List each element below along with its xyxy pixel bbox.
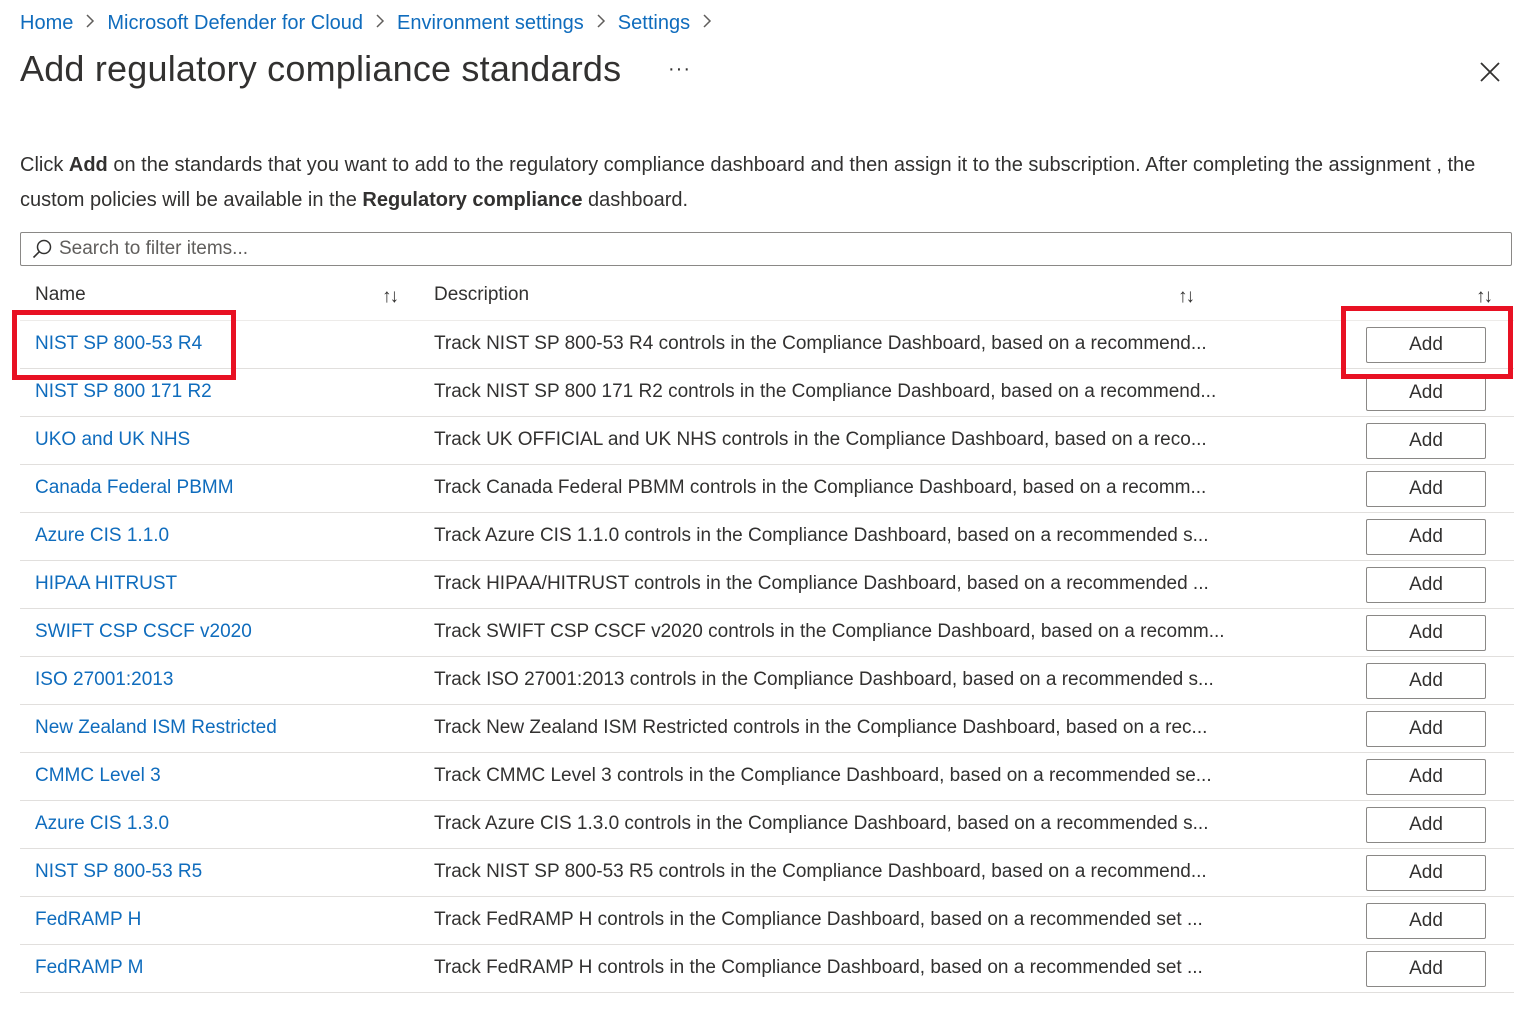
add-button[interactable]: Add [1366,471,1486,507]
table-header: Name ↑↓ Description ↑↓ ↑↓ [20,272,1514,321]
add-button[interactable]: Add [1366,903,1486,939]
standard-description: Track CMMC Level 3 controls in the Compl… [434,765,1212,786]
standard-name-link[interactable]: HIPAA HITRUST [35,573,177,595]
standards-table: Name ↑↓ Description ↑↓ ↑↓ NIST SP 800-53… [20,272,1514,993]
more-options-button[interactable]: ··· [668,58,691,81]
add-button[interactable]: Add [1366,663,1486,699]
breadcrumb-home[interactable]: Home [20,12,73,35]
instructions-part: on the standards that you want to add to… [20,154,1476,211]
table-row: FedRAMP M Track FedRAMP H controls in the… [20,945,1514,993]
standard-description: Track New Zealand ISM Restricted control… [434,717,1208,738]
standard-description: Track NIST SP 800 171 R2 controls in the… [434,381,1217,402]
standard-name-link[interactable]: Canada Federal PBMM [35,477,234,499]
chevron-right-icon [375,13,385,34]
table-row: SWIFT CSP CSCF v2020 Track SWIFT CSP CSCF… [20,609,1514,657]
table-row: New Zealand ISM Restricted Track New Zeal… [20,705,1514,753]
table-row: NIST SP 800-53 R5 Track NIST SP 800-53 R5… [20,849,1514,897]
table-row: NIST SP 800 171 R2 Track NIST SP 800 171 … [20,369,1514,417]
standard-name-link[interactable]: Azure CIS 1.3.0 [35,813,169,835]
sort-icon[interactable]: ↑↓ [1178,286,1195,308]
instructions-bold-dashboard: Regulatory compliance [362,189,583,211]
column-header-name: Name [35,284,86,305]
breadcrumb-settings[interactable]: Settings [618,12,690,35]
standard-description: Track FedRAMP H controls in the Complian… [434,909,1203,930]
standard-name-link[interactable]: NIST SP 800-53 R5 [35,861,202,883]
add-button[interactable]: Add [1366,615,1486,651]
instructions-text: Click Add on the standards that you want… [20,148,1500,218]
search-input[interactable] [59,238,1459,260]
instructions-part: dashboard. [582,189,689,211]
standard-name-link[interactable]: ISO 27001:2013 [35,669,173,691]
breadcrumb: Home Microsoft Defender for Cloud Enviro… [20,8,724,38]
add-button[interactable]: Add [1366,519,1486,555]
standard-description: Track HIPAA/HITRUST controls in the Comp… [434,573,1209,594]
standard-name-link[interactable]: New Zealand ISM Restricted [35,717,277,739]
page-title: Add regulatory compliance standards [20,48,622,89]
table-row: NIST SP 800-53 R4 Track NIST SP 800-53 R4… [20,321,1514,369]
column-header-description: Description [434,284,530,305]
standard-description: Track ISO 27001:2013 controls in the Com… [434,669,1214,690]
standard-name-link[interactable]: FedRAMP M [35,957,143,979]
add-button[interactable]: Add [1366,807,1486,843]
chevron-right-icon [85,13,95,34]
chevron-right-icon [702,13,712,34]
standard-description: Track SWIFT CSP CSCF v2020 controls in t… [434,621,1225,642]
close-button[interactable] [1476,58,1504,86]
table-row: HIPAA HITRUST Track HIPAA/HITRUST control… [20,561,1514,609]
add-button[interactable]: Add [1366,423,1486,459]
table-row: Azure CIS 1.1.0 Track Azure CIS 1.1.0 con… [20,513,1514,561]
close-icon [1480,62,1500,82]
table-row: UKO and UK NHS Track UK OFFICIAL and UK N… [20,417,1514,465]
standard-description: Track Azure CIS 1.3.0 controls in the Co… [434,813,1209,834]
add-button[interactable]: Add [1366,855,1486,891]
highlight-box-add [1341,306,1513,379]
add-button[interactable]: Add [1366,711,1486,747]
standard-description: Track Canada Federal PBMM controls in th… [434,477,1207,498]
instructions-bold-add: Add [68,154,108,176]
search-box[interactable] [20,232,1512,266]
standard-description: Track FedRAMP H controls in the Complian… [434,957,1203,978]
sort-icon[interactable]: ↑↓ [1476,286,1493,308]
standard-name-link[interactable]: UKO and UK NHS [35,429,190,451]
table-row: Azure CIS 1.3.0 Track Azure CIS 1.3.0 con… [20,801,1514,849]
search-icon [32,239,52,259]
add-button[interactable]: Add [1366,567,1486,603]
sort-icon[interactable]: ↑↓ [382,286,399,308]
chevron-right-icon [596,13,606,34]
table-row: ISO 27001:2013 Track ISO 27001:2013 contr… [20,657,1514,705]
standard-description: Track Azure CIS 1.1.0 controls in the Co… [434,525,1209,546]
standard-description: Track NIST SP 800-53 R4 controls in the … [434,333,1207,354]
standard-name-link[interactable]: CMMC Level 3 [35,765,161,787]
standard-name-link[interactable]: NIST SP 800 171 R2 [35,381,212,403]
add-button[interactable]: Add [1366,759,1486,795]
table-row: FedRAMP H Track FedRAMP H controls in the… [20,897,1514,945]
table-row: Canada Federal PBMM Track Canada Federal … [20,465,1514,513]
standard-description: Track NIST SP 800-53 R5 controls in the … [434,861,1207,882]
standard-name-link[interactable]: SWIFT CSP CSCF v2020 [35,621,252,643]
breadcrumb-defender[interactable]: Microsoft Defender for Cloud [107,12,363,35]
table-body: NIST SP 800-53 R4 Track NIST SP 800-53 R4… [20,321,1514,993]
add-button[interactable]: Add [1366,375,1486,411]
standard-description: Track UK OFFICIAL and UK NHS controls in… [434,429,1207,450]
breadcrumb-environment-settings[interactable]: Environment settings [397,12,584,35]
standard-name-link[interactable]: FedRAMP H [35,909,141,931]
highlight-box-name [12,310,236,380]
instructions-part: Click [20,154,69,176]
standard-name-link[interactable]: Azure CIS 1.1.0 [35,525,169,547]
add-button[interactable]: Add [1366,951,1486,987]
table-row: CMMC Level 3 Track CMMC Level 3 controls … [20,753,1514,801]
